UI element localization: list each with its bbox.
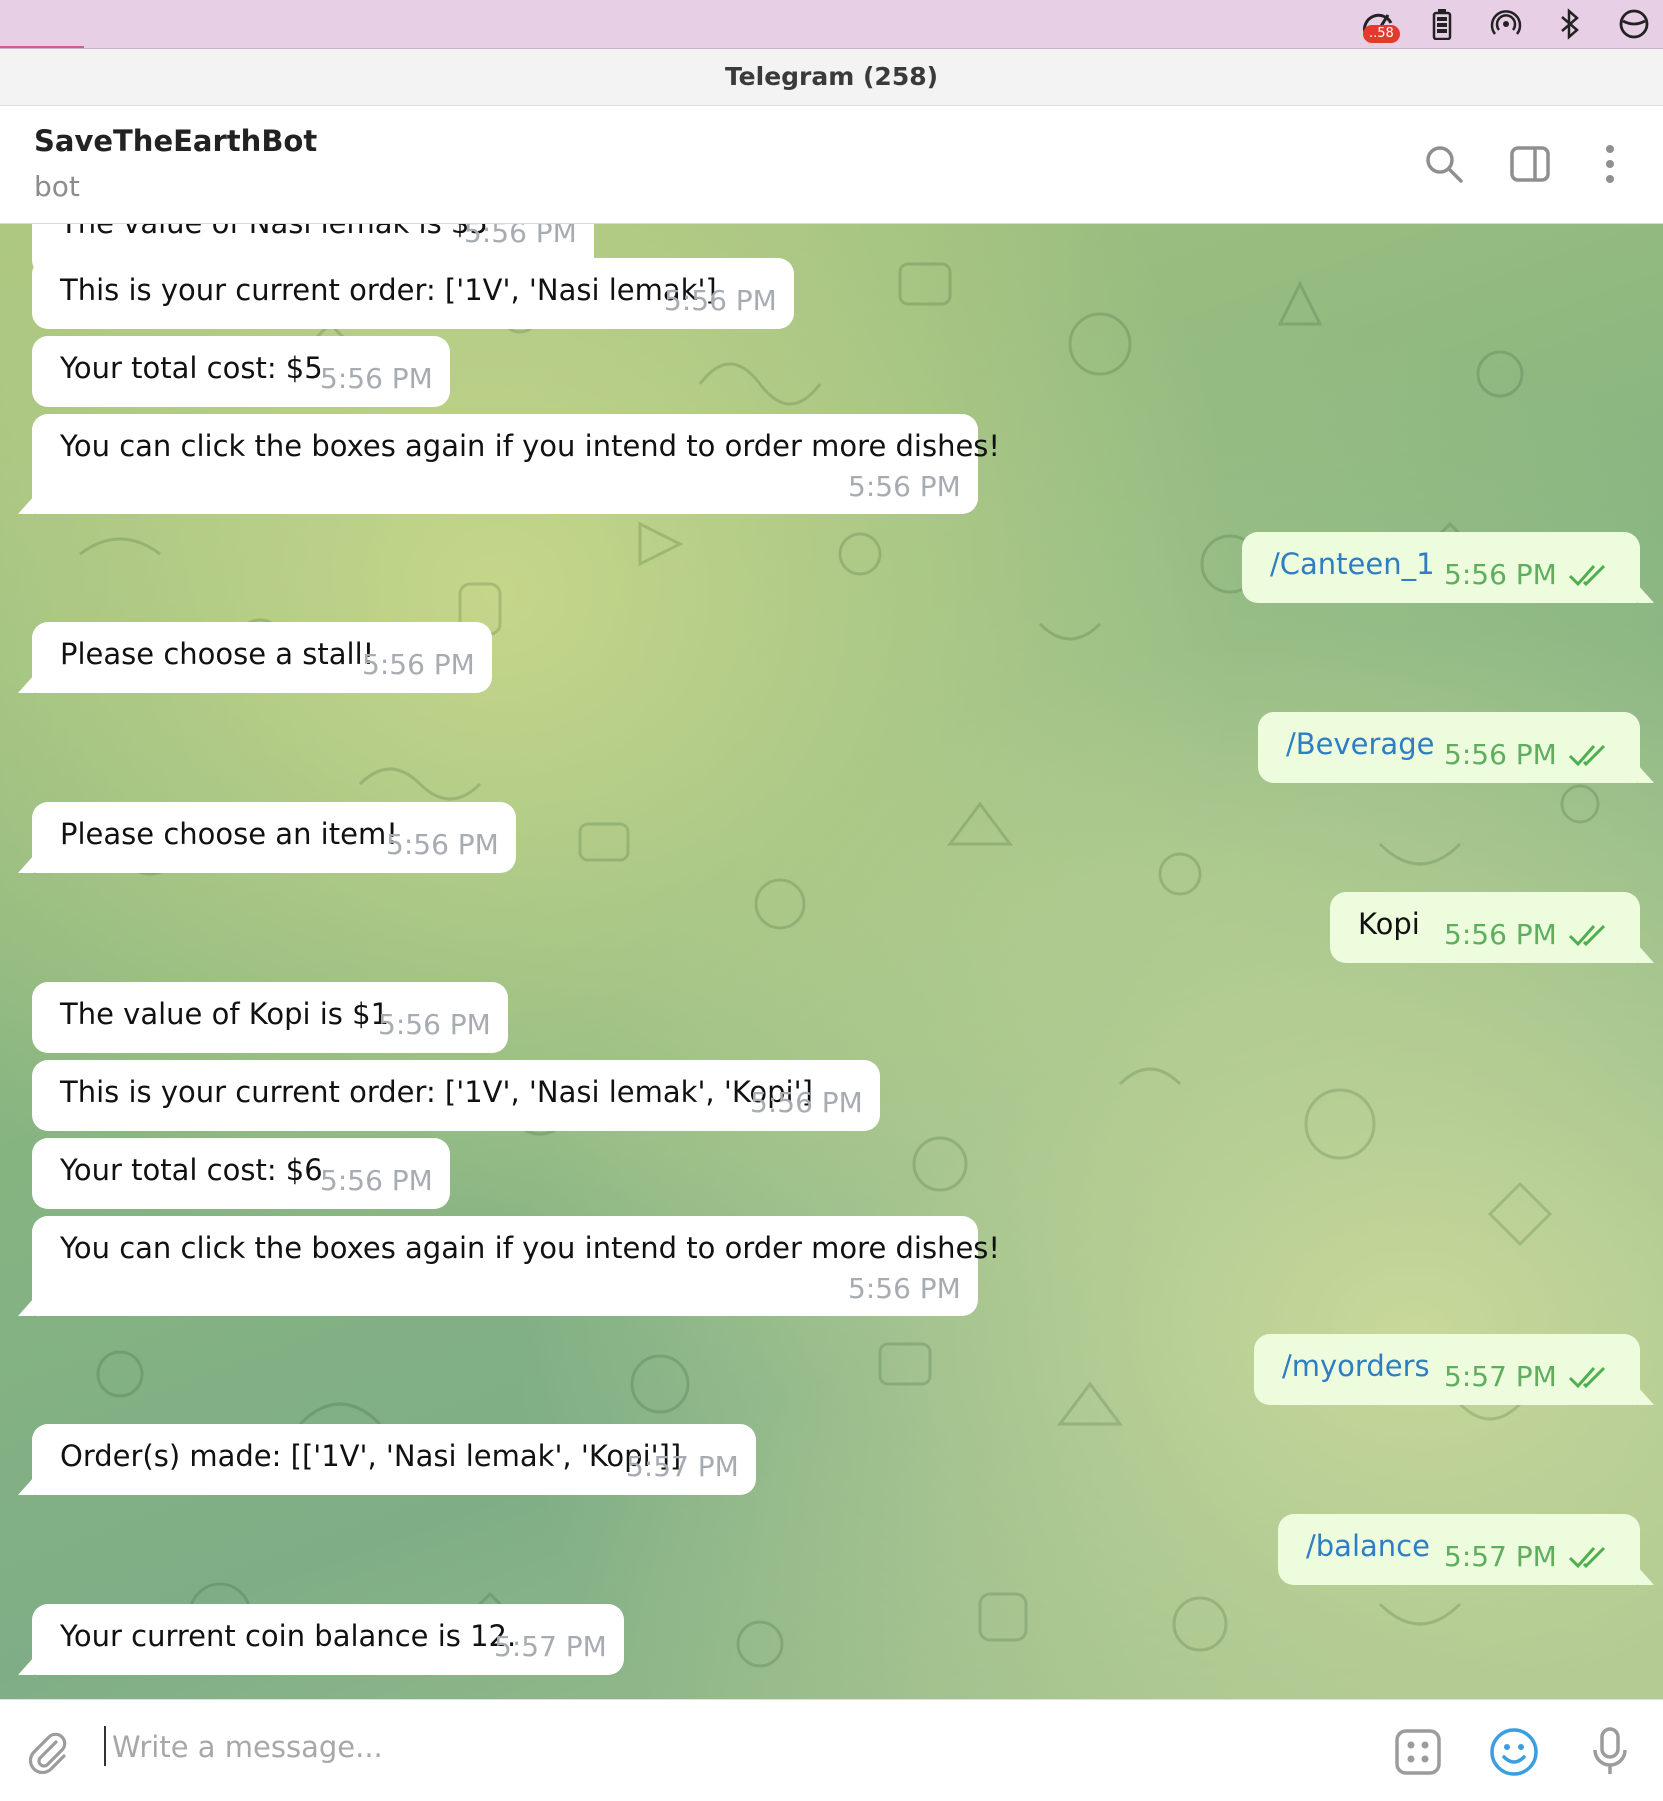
message-time: 5:56 PM	[464, 224, 577, 249]
sidebar-toggle-icon[interactable]	[1508, 142, 1552, 186]
message-bubble-incoming[interactable]: This is your current order: ['1V', 'Nasi…	[32, 1060, 880, 1131]
command-link[interactable]: /balance	[1306, 1529, 1430, 1563]
message-text: You can click the boxes again if you int…	[60, 429, 1001, 463]
message-time: 5:56 PM	[386, 828, 499, 861]
battery-icon[interactable]	[1425, 7, 1459, 41]
message-time: 5:56 PM	[664, 284, 777, 317]
read-check-icon	[1568, 560, 1608, 594]
attach-icon[interactable]	[20, 1724, 76, 1780]
message-input[interactable]: Write a message...	[112, 1730, 383, 1764]
read-check-icon	[1568, 920, 1608, 954]
window-title-bar: Telegram (258)	[0, 49, 1663, 106]
emoji-icon[interactable]	[1486, 1724, 1542, 1780]
message-bubble-incoming[interactable]: Please choose a stall! 5:56 PM	[18, 622, 492, 693]
bot-commands-icon[interactable]	[1390, 1724, 1446, 1780]
message-bubble-incoming[interactable]: Your total cost: $6 5:56 PM	[32, 1138, 450, 1209]
message-bubble-incoming[interactable]: Order(s) made: [['1V', 'Nasi lemak', 'Ko…	[18, 1424, 756, 1495]
chat-name[interactable]: SaveTheEarthBot	[34, 124, 317, 158]
message-text: The value of Kopi is $1	[60, 997, 390, 1031]
message-text: The value of Nasi lemak is $5	[60, 224, 488, 240]
message-bubble-incoming[interactable]: This is your current order: ['1V', 'Nasi…	[32, 258, 794, 329]
message-bubble-outgoing[interactable]: /Beverage 5:56 PM	[1258, 712, 1654, 783]
bluetooth-icon[interactable]	[1553, 7, 1587, 41]
message-text: Please choose a stall!	[60, 637, 375, 671]
read-check-icon	[1568, 740, 1608, 774]
read-check-icon	[1568, 1362, 1608, 1396]
menu-bar-accent	[0, 46, 84, 48]
message-text: Order(s) made: [['1V', 'Nasi lemak', 'Ko…	[60, 1439, 682, 1473]
chat-history[interactable]: The value of Nasi lemak is $5 5:56 PM Th…	[0, 224, 1663, 1699]
message-time: 5:57 PM	[626, 1450, 739, 1483]
message-text: Your current coin balance is 12.	[60, 1619, 517, 1653]
microphone-icon[interactable]	[1582, 1724, 1638, 1780]
command-link[interactable]: /Canteen_1	[1270, 547, 1435, 581]
message-time: 5:56 PM	[378, 1008, 491, 1041]
message-time: 5:56 PM	[1444, 558, 1557, 591]
message-text: This is your current order: ['1V', 'Nasi…	[60, 1075, 813, 1109]
command-link[interactable]: /Beverage	[1286, 727, 1434, 761]
message-time: 5:57 PM	[494, 1630, 607, 1663]
message-text: Kopi	[1358, 907, 1420, 941]
window-title: Telegram (258)	[724, 62, 939, 91]
message-bubble-outgoing[interactable]: /myorders 5:57 PM	[1254, 1334, 1654, 1405]
focus-icon[interactable]	[1617, 7, 1651, 41]
message-time: 5:56 PM	[1444, 738, 1557, 771]
message-bubble-incoming[interactable]: Your current coin balance is 12. 5:57 PM	[18, 1604, 624, 1675]
message-time: 5:56 PM	[362, 648, 475, 681]
macos-menu-bar: ..58	[0, 0, 1663, 49]
message-time: 5:56 PM	[1444, 918, 1557, 951]
status-tray: ..58	[1361, 0, 1663, 48]
message-text: You can click the boxes again if you int…	[60, 1231, 1001, 1265]
stopwatch-icon[interactable]: ..58	[1361, 7, 1400, 43]
message-bubble-outgoing[interactable]: /balance 5:57 PM	[1278, 1514, 1654, 1585]
message-text: Please choose an item!	[60, 817, 398, 851]
message-time: 5:56 PM	[848, 1272, 961, 1305]
message-text: Your total cost: $6	[60, 1153, 323, 1187]
message-bubble-incoming[interactable]: You can click the boxes again if you int…	[18, 414, 1000, 514]
message-time: 5:56 PM	[750, 1086, 863, 1119]
message-time: 5:56 PM	[320, 1164, 433, 1197]
message-time: 5:56 PM	[320, 362, 433, 395]
search-icon[interactable]	[1422, 142, 1466, 186]
message-text: This is your current order: ['1V', 'Nasi…	[60, 273, 717, 307]
message-time: 5:57 PM	[1444, 1360, 1557, 1393]
airdrop-icon[interactable]	[1489, 7, 1523, 41]
message-bubble-incoming[interactable]: You can click the boxes again if you int…	[18, 1216, 1000, 1316]
chat-header[interactable]: SaveTheEarthBot bot	[0, 106, 1663, 224]
chat-subtitle: bot	[34, 170, 80, 203]
message-text: Your total cost: $5	[60, 351, 323, 385]
message-bubble-outgoing[interactable]: Kopi 5:56 PM	[1330, 892, 1654, 963]
message-bubble-incoming[interactable]: Your total cost: $5 5:56 PM	[32, 336, 450, 407]
message-bubble-outgoing[interactable]: /Canteen_1 5:56 PM	[1242, 532, 1654, 603]
message-time: 5:56 PM	[848, 470, 961, 503]
command-link[interactable]: /myorders	[1282, 1349, 1430, 1383]
message-composer[interactable]: Write a message...	[0, 1699, 1663, 1801]
message-bubble-incoming[interactable]: Please choose an item! 5:56 PM	[18, 802, 516, 873]
more-options-icon[interactable]	[1588, 142, 1632, 186]
notification-badge: ..58	[1363, 25, 1400, 43]
message-time: 5:57 PM	[1444, 1540, 1557, 1573]
read-check-icon	[1568, 1542, 1608, 1576]
message-bubble-incoming[interactable]: The value of Kopi is $1 5:56 PM	[32, 982, 508, 1053]
text-caret	[104, 1726, 106, 1766]
